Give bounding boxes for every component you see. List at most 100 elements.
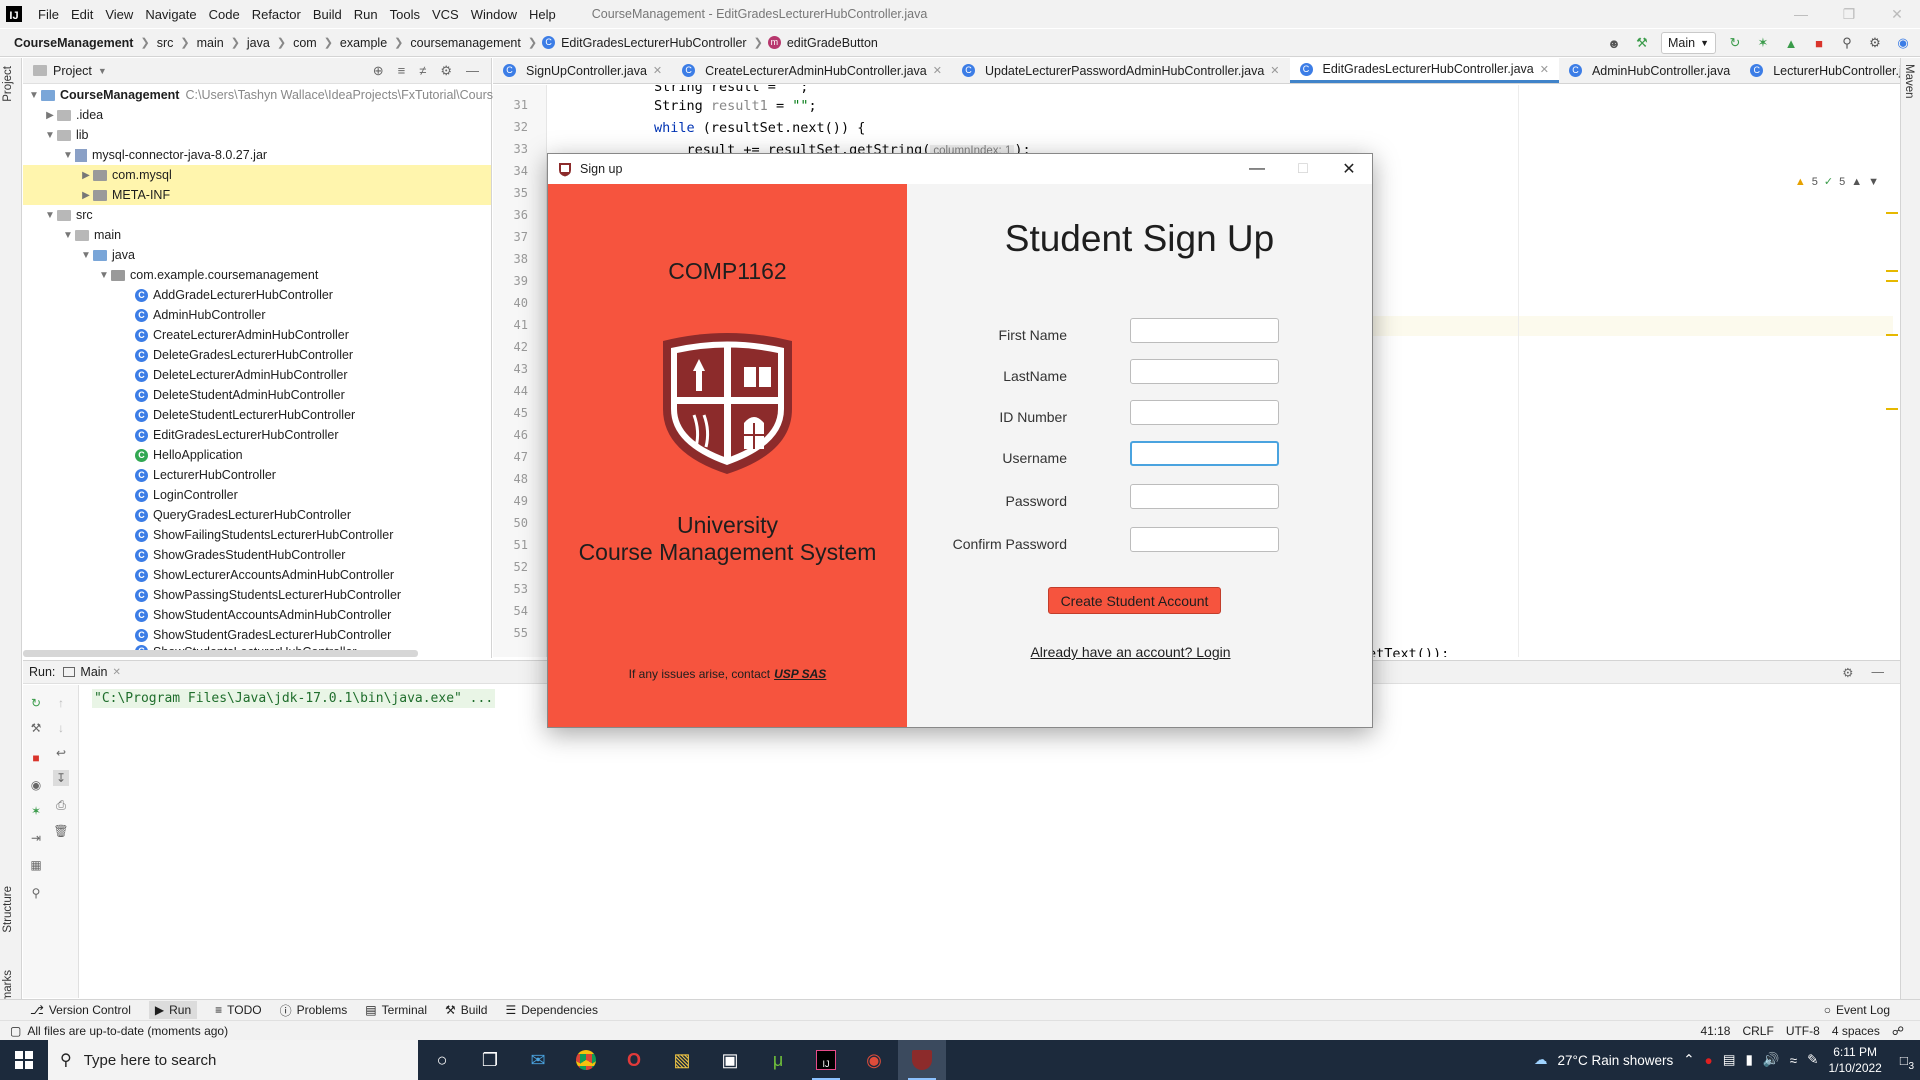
stop-icon[interactable]: ■ (28, 750, 44, 766)
id-number-input[interactable] (1130, 400, 1279, 425)
build-hammer-icon[interactable]: ⚒ (1633, 34, 1651, 52)
tool-version-control[interactable]: ⎇ Version Control (30, 1003, 131, 1017)
project-panel-title[interactable]: Project (53, 64, 92, 78)
dialog-minimize-button[interactable]: — (1234, 154, 1280, 184)
console-output[interactable]: "C:\Program Files\Java\jdk-17.0.1\bin\ja… (80, 685, 1900, 998)
tree-item[interactable]: ▼ main (61, 225, 121, 245)
tool-problems[interactable]: ⓘ Problems (280, 1002, 348, 1019)
taskbar-search[interactable]: ⚲ Type here to search (48, 1040, 418, 1080)
breadcrumb-project[interactable]: CourseManagement (12, 36, 135, 50)
stop-icon[interactable]: ■ (1810, 34, 1828, 52)
tab-lecturer-hub-controller[interactable]: C LecturerHubController.java (1740, 58, 1920, 83)
battery-icon[interactable]: ▮ (1745, 1052, 1752, 1068)
tree-item[interactable]: C ShowStudentAccountsAdminHubController (135, 605, 391, 625)
tree-item[interactable]: C LoginController (135, 485, 238, 505)
chevron-down-icon[interactable]: ▼ (1868, 176, 1879, 188)
password-input[interactable] (1130, 484, 1279, 509)
tree-item[interactable]: C ShowStudentGradesLecturerHubController (135, 625, 391, 645)
line-separator[interactable]: CRLF (1742, 1024, 1773, 1038)
arrow-up-icon[interactable]: ↑ (53, 695, 69, 711)
breadcrumb-main[interactable]: main (195, 36, 226, 50)
task-view-icon[interactable]: ❐ (466, 1040, 514, 1080)
menu-refactor[interactable]: Refactor (246, 7, 307, 22)
username-input[interactable] (1130, 441, 1279, 466)
volume-icon[interactable]: 🔊 (1763, 1052, 1780, 1068)
java-app-icon[interactable] (898, 1040, 946, 1080)
tree-item[interactable]: C LecturerHubController (135, 465, 276, 485)
recorder-app-icon[interactable]: ◉ (850, 1040, 898, 1080)
clock[interactable]: 6:11 PM 1/10/2022 (1828, 1044, 1881, 1076)
dialog-maximize-button[interactable]: □ (1280, 154, 1326, 184)
horizontal-scrollbar[interactable] (23, 650, 418, 657)
hide-icon[interactable]: — (1872, 665, 1885, 679)
soft-wrap-icon[interactable]: ↩ (53, 745, 69, 761)
close-tab-icon[interactable]: ✕ (113, 667, 121, 678)
trash-icon[interactable]: 🗑 (53, 823, 69, 839)
breadcrumb-method[interactable]: editGradeButton (785, 36, 880, 50)
gear-icon[interactable]: ⚙ (1842, 665, 1853, 680)
maven-tool-tab[interactable]: Maven (1903, 64, 1915, 99)
edit-icon[interactable]: ✎ (1807, 1052, 1818, 1068)
warning-stripe-mark[interactable] (1886, 408, 1898, 410)
indent-setting[interactable]: 4 spaces (1832, 1024, 1880, 1038)
wrench-icon[interactable]: ⚒ (28, 720, 44, 736)
chrome-app-icon[interactable] (562, 1040, 610, 1080)
restore-button[interactable]: ❐ (1826, 0, 1872, 28)
tab-create-lecturer-controller[interactable]: C CreateLecturerAdminHubController.java ✕ (672, 58, 952, 83)
tree-item[interactable]: ▼ src (43, 205, 93, 225)
dialog-titlebar[interactable]: Sign up — □ ✕ (548, 154, 1372, 184)
tree-item[interactable]: ▼ com.example.coursemanagement (97, 265, 318, 285)
record-icon[interactable]: ● (1705, 1053, 1713, 1068)
weather-text[interactable]: 27°C Rain showers (1558, 1053, 1674, 1068)
close-tab-icon[interactable]: ✕ (1540, 63, 1549, 76)
arrow-down-icon[interactable]: ↓ (53, 720, 69, 736)
tree-item[interactable]: C ShowLecturerAccountsAdminHubController (135, 565, 394, 585)
tool-terminal[interactable]: ▤ Terminal (365, 1003, 427, 1017)
first-name-input[interactable] (1130, 318, 1279, 343)
tree-item[interactable]: ▶ .idea (43, 105, 103, 125)
debug-icon[interactable]: ✶ (1754, 34, 1772, 52)
structure-tool-tab[interactable]: Structure (2, 886, 14, 933)
menu-window[interactable]: Window (465, 7, 523, 22)
warning-stripe-mark[interactable] (1886, 334, 1898, 336)
run-tab[interactable]: Main ✕ (63, 665, 121, 679)
intellij-app-icon[interactable]: IJ (802, 1040, 850, 1080)
gear-icon[interactable]: ⚙ (440, 63, 452, 79)
minimize-button[interactable]: — (1778, 0, 1824, 28)
menu-navigate[interactable]: Navigate (139, 7, 202, 22)
tree-item[interactable]: C AdminHubController (135, 305, 266, 325)
tab-update-lecturer-password-controller[interactable]: C UpdateLecturerPasswordAdminHubControlle… (952, 58, 1290, 83)
tree-item[interactable]: ▶ META-INF (23, 185, 491, 205)
status-message[interactable]: All files are up-to-date (moments ago) (27, 1024, 228, 1038)
search-icon[interactable]: ⚲ (1838, 34, 1856, 52)
locate-icon[interactable]: ⊕ (373, 63, 384, 79)
chevron-up-icon[interactable]: ⌃ (1683, 1052, 1694, 1068)
close-tab-icon[interactable]: ✕ (653, 64, 662, 77)
menu-vcs[interactable]: VCS (426, 7, 465, 22)
tree-item[interactable]: C HelloApplication (135, 445, 243, 465)
file-encoding[interactable]: UTF-8 (1786, 1024, 1820, 1038)
tab-admin-hub-controller[interactable]: C AdminHubController.java (1559, 58, 1740, 83)
close-window-button[interactable]: ✕ (1874, 0, 1920, 28)
hide-icon[interactable]: — (466, 63, 479, 79)
plugins-icon[interactable]: ◉ (1894, 34, 1912, 52)
breadcrumb-java[interactable]: java (245, 36, 272, 50)
tree-item[interactable]: C CreateLecturerAdminHubController (135, 325, 349, 345)
breadcrumb-src[interactable]: src (155, 36, 176, 50)
tree-item[interactable]: ▼ lib (43, 125, 88, 145)
tree-item[interactable]: C AddGradeLecturerHubController (135, 285, 333, 305)
meet-now-icon[interactable]: ▤ (1723, 1052, 1736, 1068)
expand-all-icon[interactable]: ≡ (398, 63, 406, 79)
debug-icon[interactable]: ✶ (28, 803, 44, 819)
tree-item[interactable]: C DeleteStudentAdminHubController (135, 385, 345, 405)
warning-stripe-mark[interactable] (1886, 212, 1898, 214)
tree-item[interactable]: ▼ java (79, 245, 135, 265)
breadcrumb-class[interactable]: EditGradesLecturerHubController (559, 36, 749, 50)
wifi-icon[interactable]: ≈ (1790, 1053, 1797, 1068)
tree-item[interactable]: C ShowPassingStudentsLecturerHubControlle… (135, 585, 401, 605)
tree-item[interactable]: C ShowFailingStudentsLecturerHubControlle… (135, 525, 393, 545)
tree-item[interactable]: ▼ CourseManagement C:\Users\Tashyn Wallace… (27, 85, 517, 105)
tool-run[interactable]: ▶ Run (148, 1001, 198, 1019)
tab-signup-controller[interactable]: C SignUpController.java ✕ (493, 58, 672, 83)
tool-todo[interactable]: ≡ TODO (215, 1003, 261, 1017)
